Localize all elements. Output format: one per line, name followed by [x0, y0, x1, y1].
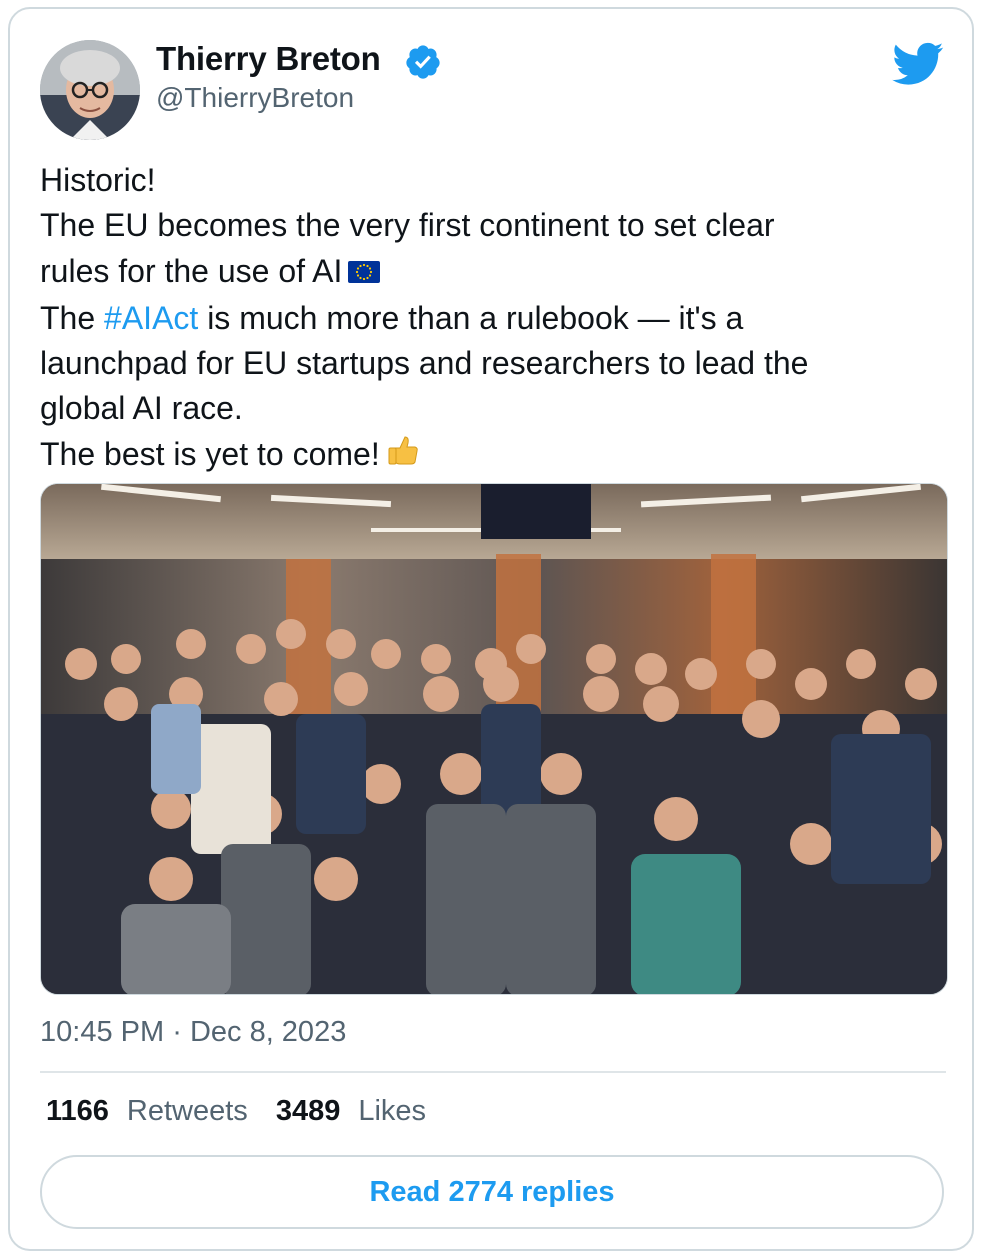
tweet-line: The best is yet to come!	[40, 432, 950, 480]
read-replies-label: Read 2774 replies	[369, 1175, 615, 1208]
avatar[interactable]	[40, 40, 140, 140]
timestamp-date: Dec 8, 2023	[189, 1016, 347, 1048]
twitter-bird-icon[interactable]	[892, 42, 944, 86]
group-photo-image	[41, 484, 947, 994]
timestamp-time: 10:45 PM	[40, 1016, 165, 1048]
tweet-line: launchpad for EU startups and researcher…	[40, 345, 809, 382]
retweets-label[interactable]: Retweets	[127, 1095, 248, 1127]
tweet-stats: 1166 Retweets 3489 Likes	[46, 1095, 426, 1128]
verified-badge-icon	[406, 45, 440, 79]
tweet-line-text: rules for the use of AI	[40, 252, 343, 289]
tweet-line: rules for the use of AI	[40, 249, 950, 296]
tweet-text: Historic! The EU becomes the very first …	[40, 158, 950, 479]
read-replies-button[interactable]: Read 2774 replies	[40, 1155, 944, 1229]
tweet-line: The #AIAct is much more than a rulebook …	[40, 296, 950, 341]
likes-label[interactable]: Likes	[358, 1095, 426, 1127]
divider	[40, 1071, 946, 1073]
tweet-line-text: is much more than a rulebook — it's a	[198, 299, 744, 336]
retweets-count[interactable]: 1166	[46, 1095, 109, 1127]
tweet-line: The EU becomes the very first continent …	[40, 207, 775, 244]
tweet-line: global AI race.	[40, 390, 243, 427]
likes-count[interactable]: 3489	[276, 1095, 341, 1127]
timestamp-separator: ·	[172, 1016, 182, 1048]
eu-flag-emoji	[348, 250, 381, 295]
tweet-line-text: The best is yet to come!	[40, 435, 380, 472]
tweet-line: Historic!	[40, 162, 156, 198]
tweet-timestamp[interactable]: 10:45 PM · Dec 8, 2023	[40, 1016, 346, 1049]
tweet-photo[interactable]	[40, 483, 948, 995]
author-handle[interactable]: @ThierryBreton	[156, 82, 354, 114]
hashtag-link[interactable]: #AIAct	[104, 300, 198, 336]
author-display-name[interactable]: Thierry Breton	[156, 40, 381, 78]
tweet-line-text: The	[40, 299, 105, 336]
thumbs-up-emoji	[386, 433, 420, 479]
